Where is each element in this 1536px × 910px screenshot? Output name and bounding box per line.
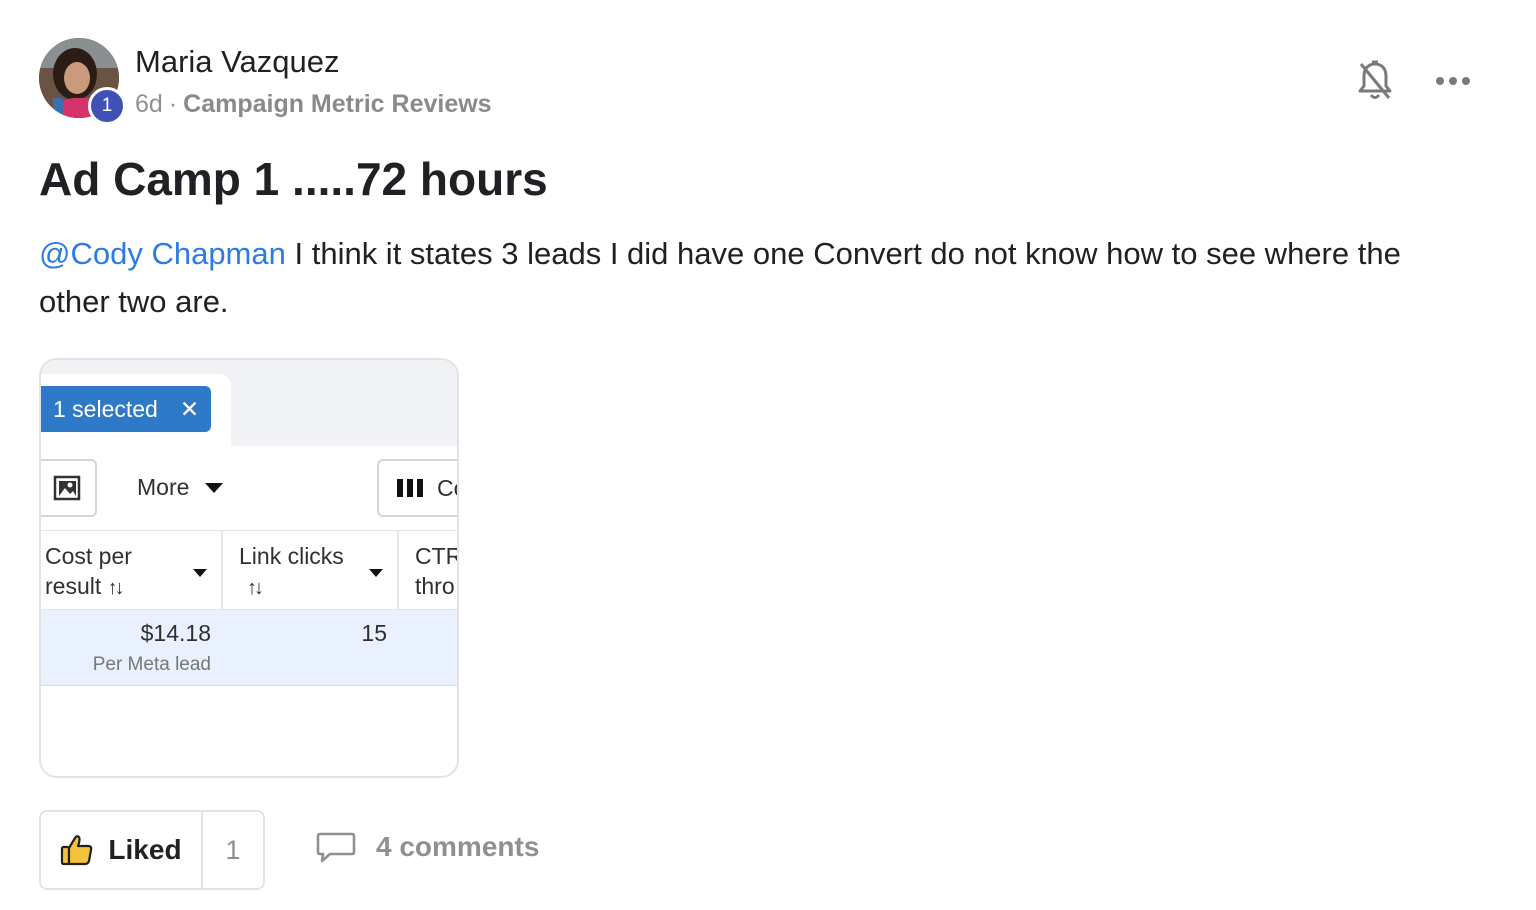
like-label: Liked <box>108 834 182 865</box>
column-divider <box>221 531 223 611</box>
caret-down-icon <box>205 482 224 493</box>
post-card: 1 Maria Vazquez 6d · Campaign Metric Revie… <box>0 0 1536 910</box>
author-name[interactable]: Maria Vazquez <box>135 44 339 80</box>
column-header-cost: Cost per result ↑↓ <box>45 541 132 603</box>
user-mention-link[interactable]: @Cody Chapman <box>39 236 286 271</box>
columns-label: Co <box>437 474 457 501</box>
columns-icon <box>397 479 423 497</box>
column-header-ctr-line2: thro <box>415 573 455 599</box>
column-header-cost-line2: result <box>45 573 102 599</box>
notifications-off-button[interactable] <box>1352 58 1398 104</box>
post-meta: 6d · Campaign Metric Reviews <box>135 90 492 119</box>
author-avatar[interactable]: 1 <box>39 38 126 125</box>
column-header-clicks-line1: Link clicks <box>239 543 344 569</box>
image-attachment[interactable]: 1 selected ✕ More C Cost per result ↑↓ L… <box>39 358 459 778</box>
post-body: @Cody Chapman I think it states 3 leads … <box>39 230 1479 326</box>
cost-per-result-value: $14.18 <box>140 620 211 646</box>
selection-pill: 1 selected ✕ <box>41 386 211 432</box>
post-time: 6d <box>135 90 163 118</box>
column-header-cost-line1: Cost per <box>45 543 132 569</box>
comments-button[interactable]: 4 comments <box>316 830 539 864</box>
close-icon: ✕ <box>179 395 200 422</box>
caret-down-icon <box>369 569 383 577</box>
selection-label: 1 selected <box>53 395 158 422</box>
like-group: Liked 1 <box>39 810 265 890</box>
sort-icon: ↑↓ <box>107 577 125 599</box>
bell-off-icon <box>1358 60 1392 99</box>
comment-icon <box>316 832 356 863</box>
more-label: More <box>137 474 190 500</box>
comments-label: 4 comments <box>376 831 540 862</box>
post-title: Ad Camp 1 .....72 hours <box>39 153 548 205</box>
like-button[interactable]: Liked <box>41 812 203 888</box>
like-count[interactable]: 1 <box>203 812 263 888</box>
cost-per-result-caption: Per Meta lead <box>92 654 211 675</box>
sort-icon: ↑↓ <box>247 577 264 599</box>
thumbs-up-icon <box>61 835 93 866</box>
more-options-button[interactable] <box>1432 66 1474 96</box>
image-button <box>41 459 97 517</box>
attachment-toolbar: More Co <box>41 446 457 530</box>
category-link[interactable]: Campaign Metric Reviews <box>183 90 491 118</box>
column-header-ctr-line1: CTR <box>415 543 459 569</box>
column-header-ctr: CTR thro <box>415 541 459 601</box>
more-dropdown: More <box>137 474 224 501</box>
column-header-clicks: Link clicks ↑↓ <box>239 541 344 603</box>
column-divider <box>397 531 399 611</box>
level-badge: 1 <box>88 87 126 125</box>
caret-down-icon <box>193 569 207 577</box>
columns-button: Co <box>377 459 457 517</box>
table-row: $14.18 Per Meta lead 15 <box>41 610 457 686</box>
link-clicks-value: 15 <box>361 620 387 646</box>
ellipsis-icon <box>1436 77 1470 85</box>
meta-separator: · <box>168 90 178 118</box>
image-icon <box>53 475 81 501</box>
table-header: Cost per result ↑↓ Link clicks ↑↓ CTR th… <box>41 530 459 611</box>
